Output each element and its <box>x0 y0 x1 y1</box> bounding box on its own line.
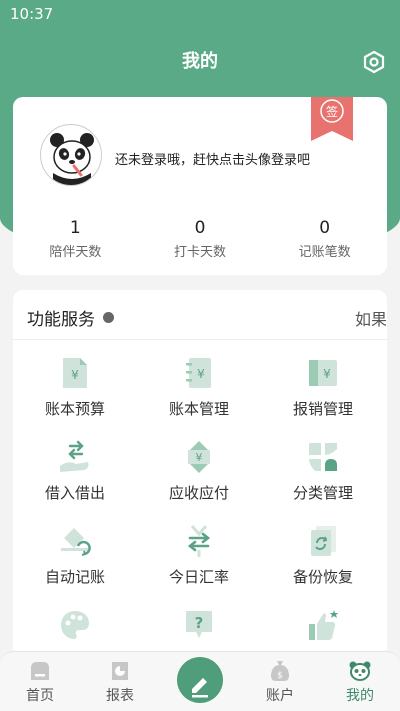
tab-label: 首页 <box>26 688 54 704</box>
profile-card: 还未登录哦，赶快点击头像登录吧 签 1 陪伴天数 0 打卡天数 0 记账笔数 <box>13 97 387 275</box>
login-prompt[interactable]: 还未登录哦，赶快点击头像登录吧 <box>115 149 310 168</box>
services-marquee-text: 如果 <box>355 310 387 329</box>
service-label: 账本预算 <box>44 400 105 418</box>
service-theme[interactable] <box>13 608 137 650</box>
service-label: 报销管理 <box>292 400 353 418</box>
palette-icon <box>61 611 89 639</box>
stat-record-count[interactable]: 0 记账笔数 <box>262 217 387 260</box>
stat-checkin-days[interactable]: 0 打卡天数 <box>138 217 263 260</box>
service-label: 应收应付 <box>168 484 229 502</box>
settings-icon <box>363 50 385 74</box>
home-icon <box>31 662 49 680</box>
panda-avatar-icon <box>50 133 94 185</box>
thumbs-up-icon <box>309 610 338 640</box>
service-auto-record[interactable]: 自动记账 <box>13 524 137 587</box>
service-label: 自动记账 <box>44 568 105 586</box>
service-label: 借入借出 <box>44 484 105 502</box>
svg-text:¥: ¥ <box>196 451 203 464</box>
svg-text:¥: ¥ <box>197 367 205 381</box>
exchange-rate-icon <box>187 525 211 557</box>
page-title: 我的 <box>182 51 218 72</box>
stat-label: 打卡天数 <box>174 245 227 260</box>
status-bar: 10:37 <box>0 0 400 28</box>
tab-label: 报表 <box>106 688 134 704</box>
sign-in-ribbon-icon: 签 <box>311 97 353 141</box>
service-ledger[interactable]: ¥ 账本管理 <box>137 356 261 419</box>
svg-text:¥: ¥ <box>323 367 331 381</box>
tab-label: 账户 <box>266 688 294 704</box>
tab-report[interactable]: 报表 <box>80 652 160 711</box>
services-header: 功能服务 如果 <box>13 290 387 340</box>
svg-text:¥: ¥ <box>71 368 79 382</box>
services-dot-icon <box>103 312 114 323</box>
services-title: 功能服务 <box>27 310 95 330</box>
stat-label: 记账笔数 <box>298 245 351 260</box>
ledger-icon: ¥ <box>186 358 211 388</box>
service-label: 分类管理 <box>292 484 353 502</box>
tab-mine[interactable]: 我的 <box>320 652 400 711</box>
avatar[interactable] <box>40 124 102 186</box>
sign-badge-label: 签 <box>326 104 338 119</box>
service-exchange-rate[interactable]: 今日汇率 <box>137 524 261 587</box>
service-category[interactable]: 分类管理 <box>261 440 385 503</box>
svg-text:$: $ <box>277 671 283 681</box>
bottom-tab-bar: 首页 报表 $ 账户 我的 <box>0 651 400 711</box>
report-icon <box>112 662 128 680</box>
service-budget[interactable]: ¥ 账本预算 <box>13 356 137 419</box>
service-help[interactable]: ? <box>137 608 261 650</box>
stat-company-days[interactable]: 1 陪伴天数 <box>13 217 138 260</box>
service-lend[interactable]: 借入借出 <box>13 440 137 503</box>
category-icon <box>309 443 337 471</box>
status-time: 10:37 <box>10 5 54 23</box>
service-rate-us[interactable] <box>261 608 385 650</box>
receivable-icon: ¥ <box>188 441 210 473</box>
tab-home[interactable]: 首页 <box>0 652 80 711</box>
auto-record-icon <box>61 528 91 556</box>
panda-icon <box>349 661 371 681</box>
tab-label: 我的 <box>346 688 374 704</box>
stat-value: 0 <box>194 218 206 238</box>
stat-value: 0 <box>319 218 331 238</box>
service-label: 账本管理 <box>168 400 229 418</box>
service-backup[interactable]: 备份恢复 <box>261 524 385 587</box>
service-reimburse[interactable]: ¥ 报销管理 <box>261 356 385 419</box>
lend-icon <box>60 440 89 472</box>
backup-icon <box>311 526 336 556</box>
stats-row: 1 陪伴天数 0 打卡天数 0 记账笔数 <box>13 217 387 260</box>
tab-account[interactable]: $ 账户 <box>240 652 320 711</box>
help-icon: ? <box>186 611 212 638</box>
stat-label: 陪伴天数 <box>49 245 102 260</box>
edit-icon <box>192 678 208 698</box>
services-card: 功能服务 如果 ¥ 账本预算 ¥ 账本管理 ¥ 报销管理 借入借出 ¥ 应收应付… <box>13 290 387 670</box>
service-label: 备份恢复 <box>292 568 353 586</box>
service-receivable[interactable]: ¥ 应收应付 <box>137 440 261 503</box>
service-label: 今日汇率 <box>168 568 229 586</box>
wallet-icon: $ <box>271 661 289 681</box>
budget-icon: ¥ <box>63 358 87 388</box>
settings-button[interactable] <box>362 50 386 74</box>
sign-in-badge[interactable]: 签 <box>307 97 357 143</box>
tab-add-record[interactable] <box>160 652 240 711</box>
add-record-button[interactable] <box>177 657 223 703</box>
stat-value: 1 <box>69 218 81 238</box>
reimburse-icon: ¥ <box>309 360 337 386</box>
svg-text:?: ? <box>195 614 204 632</box>
